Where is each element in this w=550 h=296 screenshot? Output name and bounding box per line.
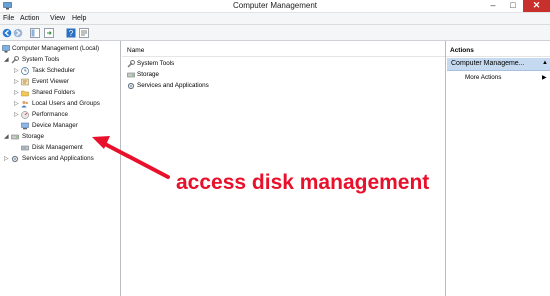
export-list-icon[interactable] — [44, 28, 54, 38]
tree-label-system-tools: System Tools — [22, 56, 60, 63]
tree-label-performance: Performance — [32, 111, 69, 118]
tree-label-disk-management: Disk Management — [32, 144, 83, 151]
users-icon — [21, 101, 28, 108]
menu-file[interactable]: File — [3, 15, 14, 22]
name-column-header[interactable]: Name — [122, 45, 445, 57]
collapsed-arrow-icon[interactable]: ▷ — [14, 78, 19, 85]
device-manager-icon — [21, 122, 29, 130]
storage-icon — [11, 134, 19, 140]
collapsed-arrow-icon[interactable]: ▷ — [14, 100, 19, 107]
tree-label-shared-folders: Shared Folders — [32, 89, 76, 96]
expanded-arrow-icon[interactable]: ◢ — [4, 133, 9, 140]
collapsed-arrow-icon[interactable]: ▷ — [14, 67, 19, 74]
folder-icon — [21, 90, 29, 97]
menu-bar: File Action View Help — [0, 13, 550, 25]
results-pane: Name System Tools Storage Services and A… — [122, 41, 445, 296]
menu-action[interactable]: Action — [20, 15, 39, 22]
title-bar: Computer Management – □ ✕ — [0, 0, 550, 13]
back-arrow-icon[interactable] — [2, 28, 12, 38]
list-item-label: Services and Applications — [137, 82, 209, 89]
list-item-label: Storage — [137, 71, 160, 78]
collapsed-arrow-icon[interactable]: ▷ — [14, 111, 19, 118]
tools-icon — [11, 56, 19, 64]
actions-section-computer-management[interactable]: Computer Manageme... ▲ — [447, 58, 550, 71]
tree-label-services: Services and Applications — [22, 155, 94, 162]
disk-management-icon — [21, 145, 29, 151]
properties-icon[interactable] — [79, 28, 89, 38]
minimize-button[interactable]: – — [483, 0, 503, 12]
tree-label-root: Computer Management (Local) — [12, 45, 100, 52]
tree-label-event-viewer: Event Viewer — [32, 78, 69, 85]
actions-pane: Actions Computer Manageme... ▲ More Acti… — [445, 41, 550, 296]
tools-icon — [127, 60, 135, 68]
toolbar: ? — [0, 25, 550, 41]
actions-section-label: Computer Manageme... — [451, 60, 525, 67]
collapsed-arrow-icon[interactable]: ▷ — [4, 155, 9, 162]
collapse-up-icon[interactable]: ▲ — [542, 60, 548, 66]
expanded-arrow-icon[interactable]: ◢ — [4, 56, 9, 63]
close-button[interactable]: ✕ — [523, 0, 550, 12]
forward-arrow-icon[interactable] — [13, 28, 23, 38]
maximize-button[interactable]: □ — [503, 0, 523, 12]
window-title: Computer Management — [232, 1, 318, 10]
storage-icon — [127, 72, 135, 78]
list-item-label: System Tools — [137, 60, 175, 67]
services-icon — [127, 82, 135, 90]
actions-title: Actions — [450, 47, 474, 54]
name-column-label: Name — [127, 47, 145, 54]
clock-icon — [21, 67, 29, 75]
annotation-text: access disk management — [176, 171, 430, 194]
console-tree: Computer Management (Local) ◢ System Too… — [0, 41, 121, 296]
tree-label-task-scheduler: Task Scheduler — [32, 67, 76, 74]
actions-header: Actions — [446, 45, 550, 57]
menu-view[interactable]: View — [50, 15, 65, 22]
tree-label-device-manager: Device Manager — [32, 122, 78, 129]
collapsed-arrow-icon[interactable]: ▷ — [14, 89, 19, 96]
event-viewer-icon — [21, 78, 29, 86]
tree-label-storage: Storage — [22, 133, 45, 140]
performance-icon — [21, 111, 29, 119]
menu-help[interactable]: Help — [72, 15, 86, 22]
svg-text:?: ? — [69, 29, 74, 38]
computer-icon — [2, 45, 10, 53]
tree-label-local-users: Local Users and Groups — [32, 100, 100, 107]
submenu-arrow-icon: ▶ — [542, 75, 547, 81]
services-icon — [11, 155, 19, 163]
more-actions-link[interactable]: More Actions — [465, 74, 501, 81]
help-icon[interactable]: ? — [66, 28, 76, 38]
show-hide-tree-icon[interactable] — [30, 28, 40, 38]
